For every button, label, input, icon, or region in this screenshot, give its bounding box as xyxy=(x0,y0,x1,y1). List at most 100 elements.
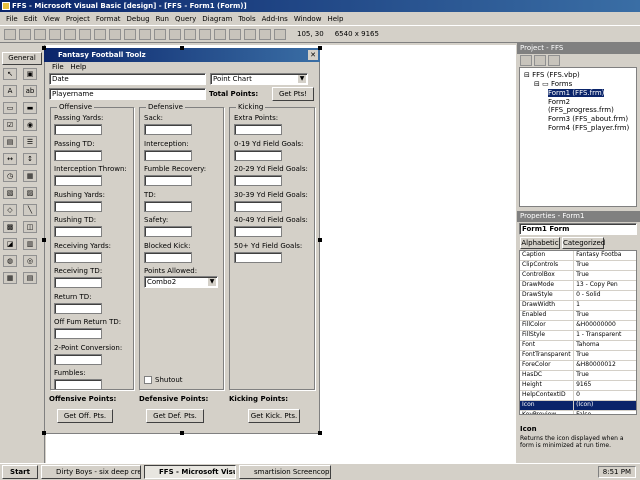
kicking-input-3[interactable] xyxy=(234,200,282,212)
resize-handle[interactable] xyxy=(318,238,322,242)
task-screencopy[interactable]: smartision Screencopy xyxy=(239,465,331,479)
form-close-icon[interactable]: ✕ xyxy=(308,50,318,60)
menu-view[interactable]: View xyxy=(40,15,63,23)
property-row[interactable]: ControlBox True xyxy=(520,271,636,281)
shutout-checkbox[interactable] xyxy=(144,376,152,384)
offensive-input-2[interactable] xyxy=(54,175,102,186)
shape-icon[interactable]: ◇ xyxy=(3,204,17,216)
property-row[interactable]: ClipControls True xyxy=(520,261,636,271)
ole-icon[interactable]: ◪ xyxy=(3,238,17,250)
menu-editor-icon[interactable] xyxy=(34,28,46,40)
offensive-input-9[interactable] xyxy=(54,353,102,365)
task-ffs-vb[interactable]: FFS - Microsoft Visual ... xyxy=(144,465,236,479)
open-icon[interactable] xyxy=(49,28,61,40)
optionbutton-icon[interactable]: ◉ xyxy=(23,119,37,131)
menu-project[interactable]: Project xyxy=(63,15,93,23)
menu-diagram[interactable]: Diagram xyxy=(199,15,235,23)
tree-item-form1[interactable]: Form1 (FFS.frm) xyxy=(520,88,636,97)
tree-item-form4[interactable]: Form4 (FFS_player.frm) xyxy=(520,123,636,132)
end-icon[interactable] xyxy=(199,28,211,40)
tree-item-form2[interactable]: Form2 (FFS_progress.frm) xyxy=(520,97,636,114)
menu-format[interactable]: Format xyxy=(93,15,124,23)
commondialog-icon[interactable]: ▥ xyxy=(23,238,37,250)
tree-item-form3[interactable]: Form3 (FFS_about.frm) xyxy=(520,114,636,123)
project-explorer-icon[interactable] xyxy=(214,28,226,40)
break-icon[interactable] xyxy=(184,28,196,40)
view-object-icon[interactable] xyxy=(534,55,546,66)
redo-icon[interactable] xyxy=(154,28,166,40)
point-chart-select[interactable]: Point Chart ▼ xyxy=(210,73,308,85)
form-menu-help[interactable]: Help xyxy=(70,63,86,71)
toolbox-general-tab[interactable]: General xyxy=(2,52,42,65)
task-dirty-boys[interactable]: Dirty Boys - six deep cre... xyxy=(41,465,141,479)
property-row[interactable]: Icon (Icon) xyxy=(520,401,636,411)
winsock-icon[interactable]: ◍ xyxy=(3,255,17,267)
add-form-icon[interactable] xyxy=(19,28,31,40)
defensive-input-1[interactable] xyxy=(144,149,192,161)
picturebox-icon[interactable]: ▣ xyxy=(23,68,37,80)
property-row[interactable]: DrawWidth 1 xyxy=(520,301,636,311)
property-row[interactable]: Caption Fantasy Footba xyxy=(520,251,636,261)
find-icon[interactable] xyxy=(124,28,136,40)
playername-input[interactable]: Playername xyxy=(49,88,206,100)
property-row[interactable]: DrawStyle 0 - Solid xyxy=(520,291,636,301)
offensive-input-3[interactable] xyxy=(54,200,102,212)
menu-help[interactable]: Help xyxy=(324,15,346,23)
pointer-icon[interactable]: ↖ xyxy=(3,68,17,80)
commandbutton-icon[interactable]: ▬ xyxy=(23,102,37,114)
dirlist-icon[interactable]: ▧ xyxy=(3,187,17,199)
tab-alphabetic[interactable]: Alphabetic xyxy=(520,237,560,249)
combobox-icon[interactable]: ▤ xyxy=(3,136,17,148)
get-off-pts-button[interactable]: Get Off. Pts. xyxy=(57,409,113,423)
resize-handle[interactable] xyxy=(42,431,46,435)
kicking-input-0[interactable] xyxy=(234,124,282,135)
resize-handle[interactable] xyxy=(318,46,322,50)
points-allowed-combo[interactable]: Combo2 ▼ xyxy=(144,276,218,288)
paste-icon[interactable] xyxy=(109,28,121,40)
defensive-input-0[interactable] xyxy=(144,124,192,135)
get-kick-pts-button[interactable]: Get Kick. Pts. xyxy=(248,409,300,423)
offensive-input-10[interactable] xyxy=(54,379,102,390)
vscroll-icon[interactable]: ↕ xyxy=(23,153,37,165)
form-menu-file[interactable]: File xyxy=(52,63,64,71)
cut-icon[interactable] xyxy=(79,28,91,40)
offensive-input-5[interactable] xyxy=(54,251,102,263)
date-input[interactable]: Date xyxy=(49,73,206,85)
image-icon[interactable]: ▩ xyxy=(3,221,17,233)
add-project-icon[interactable] xyxy=(4,28,16,40)
menu-window[interactable]: Window xyxy=(291,15,325,23)
offensive-input-0[interactable] xyxy=(54,124,102,135)
start-button[interactable]: Start xyxy=(2,465,38,479)
undo-icon[interactable] xyxy=(139,28,151,40)
resize-handle[interactable] xyxy=(42,238,46,242)
resize-handle[interactable] xyxy=(180,431,184,435)
get-pts-button[interactable]: Get Pts! xyxy=(272,87,314,101)
resize-handle[interactable] xyxy=(42,46,46,50)
offensive-input-6[interactable] xyxy=(54,277,102,288)
toolbox-icon[interactable] xyxy=(274,28,286,40)
label-icon[interactable]: A xyxy=(3,85,17,97)
property-row[interactable]: DrawMode 13 - Copy Pen xyxy=(520,281,636,291)
menu-run[interactable]: Run xyxy=(153,15,172,23)
filelist-icon[interactable]: ▨ xyxy=(23,187,37,199)
kicking-input-5[interactable] xyxy=(234,251,282,263)
chart-control-icon[interactable]: ▤ xyxy=(23,272,37,284)
menu-tools[interactable]: Tools xyxy=(235,15,258,23)
property-row[interactable]: Height 9165 xyxy=(520,381,636,391)
offensive-input-1[interactable] xyxy=(54,149,102,161)
mscomm-icon[interactable]: ◎ xyxy=(23,255,37,267)
tab-categorized[interactable]: Categorized xyxy=(562,237,605,249)
property-row[interactable]: FillColor &H00000000 xyxy=(520,321,636,331)
offensive-input-7[interactable] xyxy=(54,302,102,314)
defensive-input-4[interactable] xyxy=(144,226,192,237)
property-row[interactable]: Font Tahoma xyxy=(520,341,636,351)
property-row[interactable]: KeyPreview False xyxy=(520,411,636,414)
get-def-pts-button[interactable]: Get Def. Pts. xyxy=(146,409,204,423)
line-icon[interactable]: ╲ xyxy=(23,204,37,216)
form-layout-icon[interactable] xyxy=(244,28,256,40)
kicking-input-1[interactable] xyxy=(234,149,282,161)
menu-query[interactable]: Query xyxy=(172,15,199,23)
object-browser-icon[interactable] xyxy=(259,28,271,40)
textbox-icon[interactable]: ab xyxy=(23,85,37,97)
copy-icon[interactable] xyxy=(94,28,106,40)
